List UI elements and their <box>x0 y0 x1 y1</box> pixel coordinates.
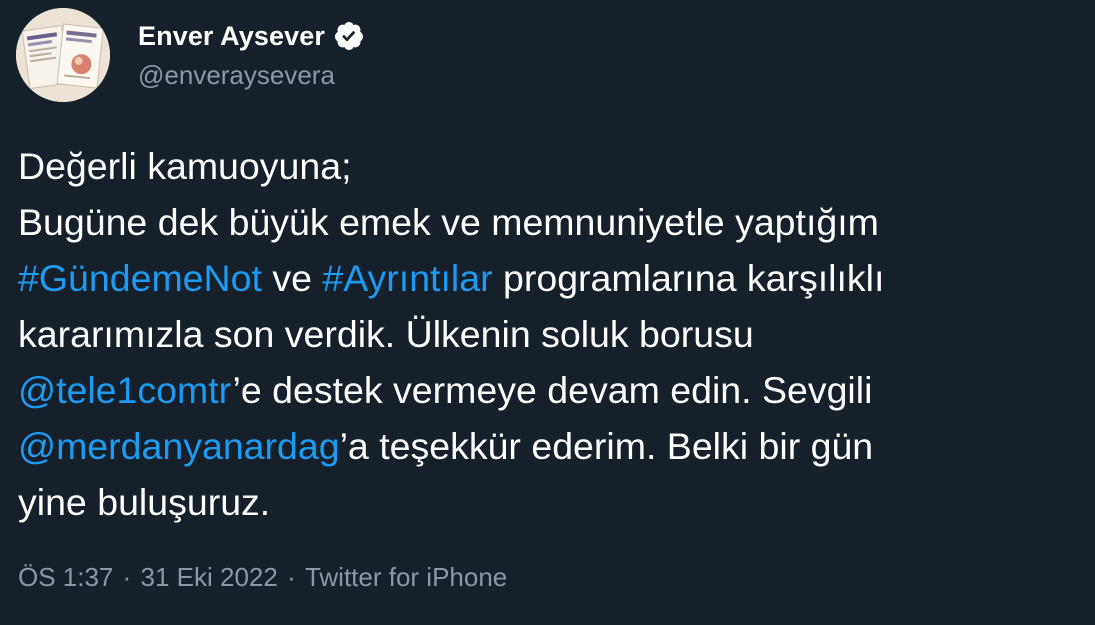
tweet-text: Değerli kamuoyuna; Bugüne dek büyük emek… <box>18 138 1083 530</box>
tweet-line: @merdanyanardag’a teşekkür ederim. Belki… <box>18 418 1083 474</box>
tweet-text-fragment: programlarına karşılıklı <box>492 257 885 299</box>
author-handle[interactable]: @enveraysevera <box>138 60 335 91</box>
tweet-time-link[interactable]: ÖS 1:37 <box>18 562 113 592</box>
tweet-line: #GündemeNot ve #Ayrıntılar programlarına… <box>18 250 1083 306</box>
tweet-line: @tele1comtr’e destek vermeye devam edin.… <box>18 362 1083 418</box>
meta-separator: · <box>279 562 303 592</box>
hashtag-ayrintilar-link[interactable]: #Ayrıntılar <box>322 257 492 299</box>
tweet-line: Bugüne dek büyük emek ve memnuniyetle ya… <box>18 201 879 243</box>
avatar-image <box>16 8 110 102</box>
mention-tele1comtr-link[interactable]: @tele1comtr <box>18 369 233 411</box>
verified-badge-icon <box>333 20 365 52</box>
tweet-card: Enver Aysever @enveraysevera Değerli kam… <box>0 0 1095 625</box>
author-display-name[interactable]: Enver Aysever <box>138 21 325 52</box>
avatar[interactable] <box>16 8 110 102</box>
tweet-text-fragment: ’a teşekkür ederim. Belki bir gün <box>339 425 874 467</box>
tweet-line: yine buluşuruz. <box>18 481 271 523</box>
hashtag-gundemenot-link[interactable]: #GündemeNot <box>18 257 262 299</box>
tweet-meta: ÖS 1:37 · 31 Eki 2022 · Twitter for iPho… <box>18 562 507 593</box>
tweet-text-fragment: ’e destek vermeye devam edin. Sevgili <box>232 369 873 411</box>
mention-merdanyanardag-link[interactable]: @merdanyanardag <box>18 425 340 467</box>
meta-separator: · <box>115 562 139 592</box>
tweet-line: Değerli kamuoyuna; <box>18 145 352 187</box>
author-row: Enver Aysever <box>138 18 365 54</box>
tweet-source-link[interactable]: Twitter for iPhone <box>305 562 507 592</box>
tweet-line: kararımızla son verdik. Ülkenin soluk bo… <box>18 313 754 355</box>
tweet-date-link[interactable]: 31 Eki 2022 <box>141 562 278 592</box>
tweet-text-fragment: ve <box>261 257 323 299</box>
